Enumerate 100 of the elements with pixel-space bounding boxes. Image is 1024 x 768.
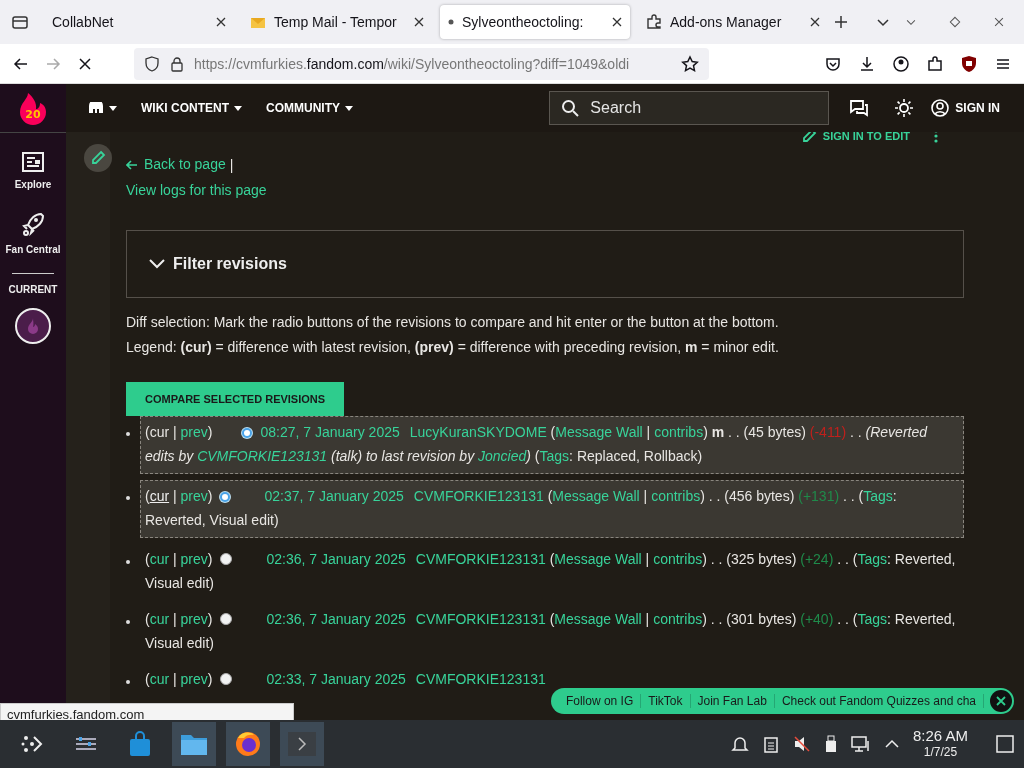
revision-link[interactable]: cur — [149, 610, 170, 627]
envelope-icon — [250, 15, 266, 29]
revision-link[interactable]: contribs — [651, 487, 701, 504]
radio-button[interactable] — [220, 552, 233, 565]
shield-icon[interactable] — [960, 54, 978, 73]
revision-link[interactable]: Message Wall — [554, 550, 642, 567]
usb-drive-icon[interactable] — [824, 735, 837, 753]
revision-link[interactable]: Tags — [857, 550, 887, 567]
social-link[interactable]: TikTok — [641, 694, 691, 708]
user-link[interactable]: CVMFORKIE123131 — [415, 550, 546, 567]
radio-button[interactable] — [220, 491, 231, 502]
radio-button[interactable] — [220, 612, 233, 625]
shield-icon — [144, 55, 160, 72]
rocket-icon — [21, 212, 45, 238]
revision-date-link[interactable]: 02:36, 7 January 2025 — [266, 550, 406, 567]
pencil-icon — [90, 150, 106, 166]
edit-button[interactable] — [84, 144, 112, 172]
star-icon[interactable] — [681, 54, 699, 73]
revision-link[interactable]: contribs — [653, 610, 703, 627]
revision-entry: (cur | prev) 02:37, 7 January 2025 CVMFORKIE123131 (Message Wall | contribs) . . (456 bytes) (+131) . . (Tags: Reverted, Visual edit) — [140, 479, 964, 538]
revision-link[interactable]: cur — [149, 670, 170, 687]
dot-icon — [448, 19, 454, 25]
account-icon[interactable] — [892, 54, 910, 73]
diamond-icon[interactable] — [948, 15, 962, 29]
revision-link[interactable]: prev — [180, 550, 208, 567]
revision-link[interactable]: cur — [149, 550, 170, 567]
revision-link[interactable]: Message Wall — [552, 487, 640, 504]
revision-link[interactable]: Tags — [863, 487, 893, 504]
download-icon[interactable] — [858, 54, 876, 73]
revision-link[interactable]: cur — [149, 487, 170, 504]
revision-link[interactable]: prev — [180, 423, 208, 440]
clock[interactable]: 8:26 AM 1/7/25 — [912, 728, 968, 760]
revision-link[interactable]: contribs — [653, 550, 703, 567]
search-icon — [561, 99, 580, 117]
sign-in-link[interactable]: SIGN IN — [931, 99, 1000, 117]
wiki-avatar-icon[interactable] — [14, 307, 52, 345]
user-link[interactable]: CVMFORKIE123131 — [415, 610, 546, 627]
radio-button[interactable] — [242, 427, 253, 438]
close-button[interactable] — [990, 690, 1012, 712]
filter-toggle[interactable]: Filter revisions — [149, 254, 287, 273]
new-tab-icon[interactable] — [832, 13, 850, 31]
revision-link[interactable]: prev — [180, 670, 208, 687]
sign-in-to-edit-link[interactable]: SIGN IN TO EDIT — [800, 128, 910, 144]
browser-tab[interactable]: Sylveontheoctoling: — [440, 5, 630, 39]
folder-icon[interactable] — [172, 722, 216, 766]
clipboard-icon[interactable] — [762, 735, 779, 753]
revision-date-link[interactable]: 02:33, 7 January 2025 — [266, 670, 406, 687]
browser-icon[interactable] — [226, 722, 270, 766]
revision-link[interactable]: contribs — [654, 423, 704, 440]
discussions-icon[interactable] — [849, 99, 870, 117]
revision-link[interactable]: prev — [180, 610, 208, 627]
revision-date-link[interactable]: 08:27, 7 January 2025 — [260, 423, 400, 440]
sidebar-item[interactable]: Explore — [14, 151, 52, 190]
logs-link[interactable]: View logs for this page — [126, 181, 267, 198]
nav-menu[interactable]: COMMUNITY — [266, 101, 353, 115]
revision-entry: (cur | prev) 08:27, 7 January 2025 LucyKuranSKYDOME (Message Wall | contribs) m . . (45 bytes) (-411) . . (Reverted edits by CVMFORKIE123131 (talk) to last revision by Joncied) (Tags: Replaced, Rollback) — [140, 415, 964, 474]
caret-icon — [109, 105, 117, 111]
arrow-left-icon — [126, 159, 138, 170]
compare-button[interactable]: COMPARE SELECTED REVISIONS — [126, 381, 345, 416]
social-link[interactable]: Join Fan Lab — [690, 694, 775, 708]
sun-icon[interactable] — [895, 99, 914, 117]
revision-link[interactable]: Message Wall — [555, 423, 643, 440]
close-icon[interactable] — [216, 17, 226, 27]
browser-tab[interactable]: CollabNet — [44, 5, 234, 39]
newspaper-icon — [21, 151, 45, 173]
user-link[interactable]: LucyKuranSKYDOME — [409, 423, 547, 440]
revision-date-link[interactable]: 02:37, 7 January 2025 — [264, 487, 404, 504]
wiki-menu[interactable] — [88, 102, 117, 114]
revision-link[interactable]: Tags — [857, 610, 887, 627]
revision-entry: (cur | prev) 02:36, 7 January 2025 CVMFORKIE123131 (Message Wall | contribs) . . (325 bytes) (+24) . . (Tags: Reverted, Visual edit) — [144, 549, 957, 593]
close-icon[interactable] — [612, 17, 622, 27]
puzzle-icon — [646, 14, 662, 30]
muted-speaker-icon[interactable] — [792, 735, 811, 753]
network-icon[interactable] — [850, 735, 871, 753]
tab-list-icon[interactable] — [11, 13, 29, 31]
user-link[interactable]: CVMFORKIE123131 — [197, 447, 328, 464]
sidebar-item[interactable]: Fan Central — [5, 212, 61, 255]
chevron-up-icon[interactable] — [884, 739, 899, 749]
radio-button[interactable] — [220, 672, 233, 685]
back-link[interactable]: Back to page — [126, 152, 226, 177]
show-desktop-icon[interactable] — [996, 735, 1014, 753]
notification-icon[interactable] — [730, 735, 749, 753]
address-bar[interactable]: https://cvmfurkies.fandom.com/wiki/Sylveontheoctoling?diff=1049&oldi — [134, 47, 709, 80]
revision-link[interactable]: prev — [180, 487, 208, 504]
help-text: Diff selection: Mark the radio buttons of the revisions to compare and hit enter or the button at the bottom. — [126, 312, 780, 332]
browser-tab[interactable]: Temp Mail - Tempor — [242, 5, 432, 39]
browser-tab[interactable]: Add-ons Manager — [638, 5, 828, 39]
social-link[interactable]: Follow on IG — [558, 694, 642, 708]
social-link[interactable]: Check out Fandom Quizzes and cha — [774, 694, 984, 708]
close-icon[interactable] — [414, 17, 424, 27]
extensions-icon[interactable] — [926, 54, 944, 73]
status-url-tooltip: cvmfurkies.fandom.com — [0, 703, 294, 720]
revision-date-link[interactable]: 02:36, 7 January 2025 — [266, 610, 406, 627]
user-link[interactable]: CVMFORKIE123131 — [415, 670, 546, 687]
revision-link[interactable]: Message Wall — [554, 610, 642, 627]
nav-menu[interactable]: WIKI CONTENT — [141, 101, 242, 115]
user-link[interactable]: CVMFORKIE123131 — [413, 487, 544, 504]
fandom-logo-icon — [88, 102, 104, 114]
search-field[interactable]: Search — [549, 91, 830, 125]
close-icon[interactable] — [810, 17, 820, 27]
